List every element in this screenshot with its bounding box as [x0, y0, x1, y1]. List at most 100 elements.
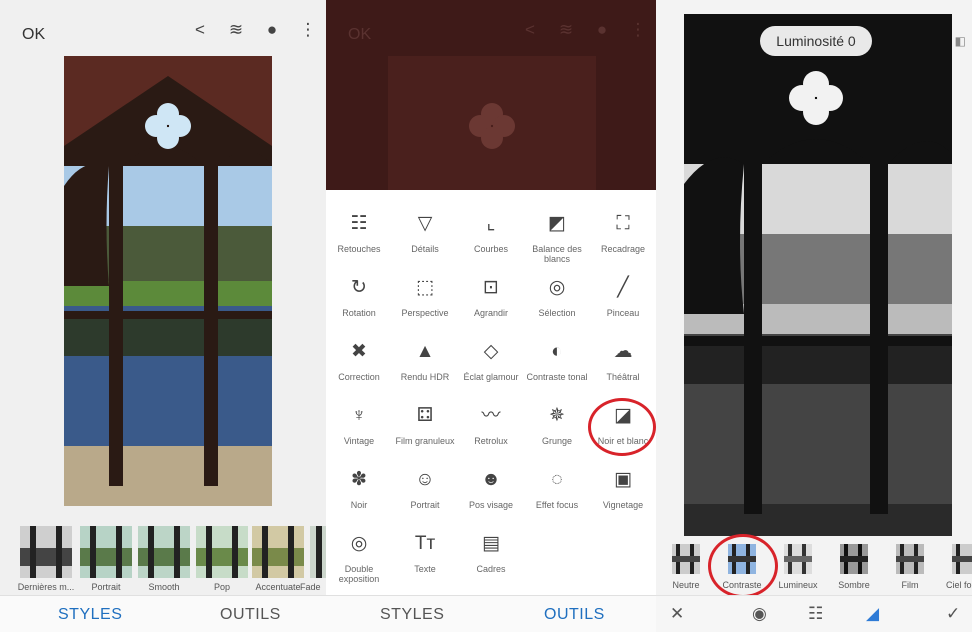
tab-outils[interactable]: OUTILS	[220, 606, 281, 624]
style-thumb[interactable]	[138, 526, 190, 578]
vintage-icon: ♆	[351, 405, 367, 426]
curves-icon: ⌞	[486, 213, 496, 234]
photo-preview-color	[64, 56, 272, 506]
tool-contraste-tonal[interactable]: ◐ Contraste tonal	[524, 340, 590, 382]
close-icon[interactable]: ✕	[670, 604, 684, 624]
grainy-film-icon: ⚃	[416, 405, 434, 426]
photo-preview-black-white	[684, 14, 952, 536]
filter-thumb[interactable]	[672, 544, 700, 574]
tool-portrait[interactable]: ☺ Portrait	[392, 468, 458, 510]
filter-label: Ciel fo	[946, 580, 972, 590]
tonal-contrast-icon: ◐	[551, 341, 563, 362]
info-icon[interactable]: ●	[592, 20, 612, 40]
style-label: Dernières m...	[17, 582, 75, 592]
brush-icon: ╱	[617, 277, 629, 298]
more-icon[interactable]: ⋮	[298, 20, 318, 40]
tool-theatral[interactable]: ☁ Théâtral	[590, 340, 656, 382]
filter-color-icon[interactable]: ◢	[866, 604, 879, 624]
share-icon[interactable]: <	[190, 20, 210, 40]
styles-strip: Dernières m... Portrait Smooth Pop Accen…	[0, 516, 326, 596]
white-balance-icon: ◩	[548, 213, 566, 234]
top-bar: OK < ≋ ● ⋮	[0, 0, 326, 60]
layers-icon[interactable]: ≋	[226, 20, 246, 40]
tool-selection[interactable]: ◎ Sélection	[524, 276, 590, 318]
filter-thumb[interactable]	[896, 544, 924, 574]
tool-double-exposition[interactable]: ◎ Double exposition	[326, 532, 392, 584]
noir-icon: ✽	[351, 469, 367, 490]
style-label: Smooth	[148, 582, 180, 592]
tool-details[interactable]: ▽ Détails	[392, 212, 458, 254]
style-thumb[interactable]	[80, 526, 132, 578]
bottom-actions: ✕ ◉ ☷ ◢ ✓	[656, 595, 972, 632]
tool-retrolux[interactable]: 〰 Retrolux	[458, 404, 524, 446]
apply-icon[interactable]: ✓	[946, 604, 960, 624]
tool-effet-focus[interactable]: ◌ Effet focus	[524, 468, 590, 510]
brightness-indicator: Luminosité 0	[760, 26, 872, 56]
editor-panel-styles: OK < ≋ ● ⋮ Dernières m... Portrait Smoot…	[0, 0, 326, 632]
filter-thumb[interactable]	[952, 544, 972, 574]
info-icon[interactable]: ●	[262, 20, 282, 40]
filter-label: Sombre	[838, 580, 870, 590]
compare-icon[interactable]: ◧	[955, 34, 966, 48]
tool-recadrage[interactable]: ⛶ Recadrage	[590, 212, 656, 254]
style-label: Fade	[300, 582, 321, 592]
text-icon: Tт	[414, 533, 436, 554]
rotate-icon: ↻	[351, 277, 367, 298]
ok-button[interactable]: OK	[348, 26, 371, 44]
tool-eclat-glamour[interactable]: ◇ Éclat glamour	[458, 340, 524, 382]
filters-strip: Neutre Contraste Lumineux Sombre Film Ci…	[656, 534, 972, 598]
glamour-icon: ◇	[483, 341, 499, 362]
details-icon: ▽	[417, 213, 433, 234]
style-icon[interactable]: ◉	[752, 604, 767, 624]
style-label: Portrait	[91, 582, 121, 592]
filter-label: Lumineux	[778, 580, 818, 590]
tool-courbes[interactable]: ⌞ Courbes	[458, 212, 524, 254]
tune-icon: ☷	[350, 213, 368, 234]
tool-texte[interactable]: Tт Texte	[392, 532, 458, 574]
hdr-icon: ▲	[415, 341, 435, 362]
more-icon[interactable]: ⋮	[628, 20, 648, 40]
tool-rotation[interactable]: ↻ Rotation	[326, 276, 392, 318]
tool-correction[interactable]: ✖ Correction	[326, 340, 392, 382]
tool-balance-blancs[interactable]: ◩ Balance des blancs	[524, 212, 590, 264]
style-label: Pop	[213, 582, 230, 592]
head-pose-icon: ☻	[481, 469, 501, 490]
tool-grunge[interactable]: ✵ Grunge	[524, 404, 590, 446]
tool-vignetage[interactable]: ▣ Vignetage	[590, 468, 656, 510]
ok-button[interactable]: OK	[22, 26, 45, 44]
tool-rendu-hdr[interactable]: ▲ Rendu HDR	[392, 340, 458, 382]
adjust-icon[interactable]: ☷	[808, 604, 823, 624]
dimmed-preview: OK < ≋ ● ⋮	[326, 0, 656, 190]
double-exposure-icon: ◎	[350, 533, 368, 554]
tab-styles[interactable]: STYLES	[58, 606, 122, 624]
highlight-circle	[588, 398, 656, 456]
tool-noir[interactable]: ✽ Noir	[326, 468, 392, 510]
tab-styles[interactable]: STYLES	[380, 606, 444, 624]
tool-vintage[interactable]: ♆ Vintage	[326, 404, 392, 446]
highlight-circle	[708, 534, 778, 598]
bottom-tabs: STYLES OUTILS	[326, 595, 656, 632]
style-thumb[interactable]	[20, 526, 72, 578]
lens-blur-icon: ◌	[551, 469, 563, 490]
filter-thumb[interactable]	[840, 544, 868, 574]
healing-icon: ✖	[351, 341, 367, 362]
editor-panel-black-white: Luminosité 0 ◧ Neutre Contraste Lumineux…	[656, 0, 972, 632]
share-icon[interactable]: <	[520, 20, 540, 40]
filter-thumb[interactable]	[784, 544, 812, 574]
tool-retouches[interactable]: ☷ Retouches	[326, 212, 392, 254]
tool-pos-visage[interactable]: ☻ Pos visage	[458, 468, 524, 510]
tab-outils[interactable]: OUTILS	[544, 606, 605, 624]
tool-perspective[interactable]: ⬚ Perspective	[392, 276, 458, 318]
style-thumb[interactable]	[196, 526, 248, 578]
tool-film-granuleux[interactable]: ⚃ Film granuleux	[392, 404, 458, 446]
tool-cadres[interactable]: ▤ Cadres	[458, 532, 524, 574]
retrolux-icon: 〰	[481, 405, 501, 426]
vignette-icon: ▣	[614, 469, 632, 490]
bottom-tabs: STYLES OUTILS	[0, 595, 326, 632]
style-thumb[interactable]	[252, 526, 304, 578]
tool-pinceau[interactable]: ╱ Pinceau	[590, 276, 656, 318]
style-thumb[interactable]	[310, 526, 326, 578]
frames-icon: ▤	[482, 533, 500, 554]
tool-agrandir[interactable]: ⊡ Agrandir	[458, 276, 524, 318]
layers-icon[interactable]: ≋	[556, 20, 576, 40]
